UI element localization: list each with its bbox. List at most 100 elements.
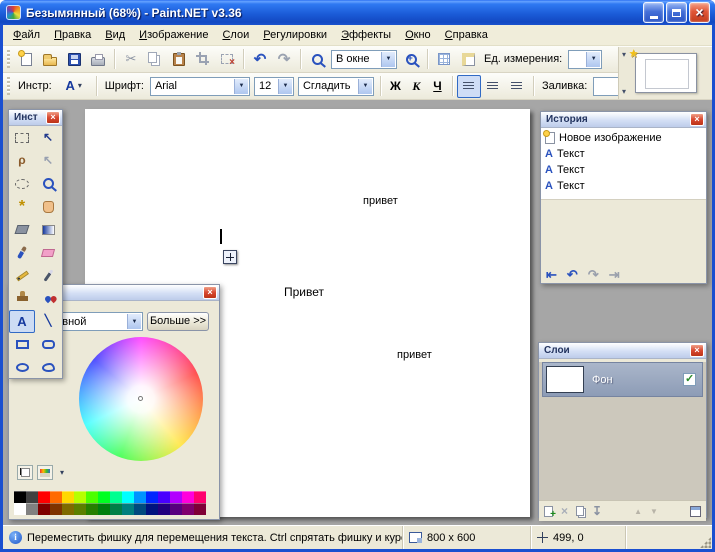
minimize-button[interactable] [643,2,664,23]
pan-tool-button[interactable] [35,195,61,218]
close-icon[interactable] [690,113,704,126]
menu-item-4[interactable]: Слои [215,25,256,45]
move-selected-pixels-tool-button[interactable] [35,126,61,149]
palette-swatch[interactable] [110,491,122,503]
palette-swatch[interactable] [50,503,62,515]
open-folder-button[interactable] [38,48,62,71]
palette-swatch[interactable] [98,503,110,515]
new-document-button[interactable] [14,48,38,71]
zoom-out-magnifier-button[interactable] [305,48,329,71]
app-icon[interactable] [6,5,21,20]
tools-window-titlebar[interactable]: Инст [9,110,62,126]
chevron-down-icon[interactable]: ▼ [586,51,601,67]
chevron-down-icon[interactable]: ▼ [381,51,395,67]
delete-layer-icon[interactable] [561,505,568,518]
history-redo-icon[interactable]: ↷ [588,268,599,281]
clone-stamp-tool-button[interactable] [9,287,35,310]
window-titlebar[interactable]: Безымянный (68%) - Paint.NET v3.36 [0,0,715,25]
duplicate-layer-icon[interactable] [576,506,585,516]
freeform-shape-tool-button[interactable] [35,356,61,379]
resize-grip[interactable] [696,526,712,549]
toolbar-grip[interactable] [7,77,10,95]
close-icon[interactable] [203,286,217,299]
palette-swatch[interactable] [182,503,194,515]
palette-swatch[interactable] [86,503,98,515]
menu-item-8[interactable]: Справка [438,25,495,45]
palette-swatch[interactable] [98,491,110,503]
paste-button[interactable] [167,48,191,71]
default-colors-button[interactable] [17,465,33,480]
paintbrush-tool-button[interactable] [9,241,35,264]
cut-scissors-button[interactable] [119,48,143,71]
zoom-mode-combo[interactable]: В окне ▼ [331,49,397,69]
palette-swatch[interactable] [86,491,98,503]
image-thumbnail[interactable]: ★ [629,48,697,93]
palette-swatch[interactable] [38,491,50,503]
menu-item-7[interactable]: Окно [398,25,438,45]
history-item[interactable]: Текст [541,146,706,162]
move-selection-tool-button[interactable] [35,149,61,172]
rectangle-select-tool-button[interactable] [9,126,35,149]
menu-item-6[interactable]: Эффекты [334,25,398,45]
palette-swatch[interactable] [26,503,38,515]
palette-swatch[interactable] [62,491,74,503]
palette-swatch[interactable] [170,491,182,503]
rounded-rectangle-tool-button[interactable] [35,333,61,356]
grid-toggle-button[interactable] [432,48,456,71]
layers-window-titlebar[interactable]: Слои [539,343,706,359]
palette-swatch[interactable] [122,491,134,503]
font-size-combo[interactable]: 12 ▼ [253,76,294,96]
deselect-button[interactable] [215,48,239,71]
menu-item-0[interactable]: Файл [6,25,47,45]
menu-item-5[interactable]: Регулировки [256,25,334,45]
menu-item-2[interactable]: Вид [98,25,132,45]
zoom-tool-button[interactable] [35,172,61,195]
print-button[interactable] [86,48,110,71]
layer-row[interactable]: Фон [542,362,703,397]
history-item[interactable]: Новое изображение [541,130,706,146]
chevron-down-icon[interactable]: ▼ [127,314,141,329]
units-combo[interactable]: ▼ [568,49,603,69]
palette-swatch[interactable] [50,491,62,503]
palette-swatch[interactable] [158,491,170,503]
ellipse-tool-button[interactable] [9,356,35,379]
paint-bucket-tool-button[interactable] [9,218,35,241]
italic-button[interactable]: К [406,75,427,98]
smoothing-combo[interactable]: Сгладить ▼ [297,76,374,96]
current-tool-button[interactable]: ▾ [56,75,92,98]
chevron-down-icon[interactable]: ▼ [277,78,292,94]
palette-swatch[interactable] [134,503,146,515]
layer-properties-icon[interactable] [690,505,702,517]
undo-arrow-button[interactable] [248,48,272,71]
close-icon[interactable] [690,344,704,357]
color-wheel[interactable] [79,337,203,461]
toolbar-overflow-icon[interactable]: ▾ [622,87,626,96]
palette-swatch[interactable] [146,503,158,515]
underline-button[interactable]: Ч [427,75,448,98]
maximize-button[interactable] [666,2,687,23]
palette-swatch[interactable] [38,503,50,515]
palette-swatch[interactable] [110,503,122,515]
palette-swatch[interactable] [122,503,134,515]
chevron-down-icon[interactable]: ▾ [60,468,64,477]
layer-visibility-checkbox[interactable] [683,372,696,386]
palette-swatch[interactable] [182,491,194,503]
text-move-handle[interactable] [223,250,237,264]
palette-swatch[interactable] [14,503,26,515]
history-undo-icon[interactable]: ↶ [567,268,578,281]
bold-button[interactable]: Ж [385,75,406,98]
chevron-down-icon[interactable]: ▼ [357,78,372,94]
crop-button[interactable] [191,48,215,71]
redo-arrow-button[interactable] [272,48,296,71]
ellipse-select-tool-button[interactable] [9,172,35,195]
palette-swatch[interactable] [146,491,158,503]
close-icon[interactable] [46,111,60,124]
pencil-tool-button[interactable] [9,264,35,287]
toolbar-overflow-icon[interactable]: ▾ [622,50,626,59]
align-right-button[interactable] [505,75,529,98]
gradient-tool-button[interactable] [35,218,61,241]
palette-swatch[interactable] [194,491,206,503]
align-center-button[interactable] [481,75,505,98]
palette-swatch[interactable] [74,503,86,515]
save-disk-button[interactable] [62,48,86,71]
